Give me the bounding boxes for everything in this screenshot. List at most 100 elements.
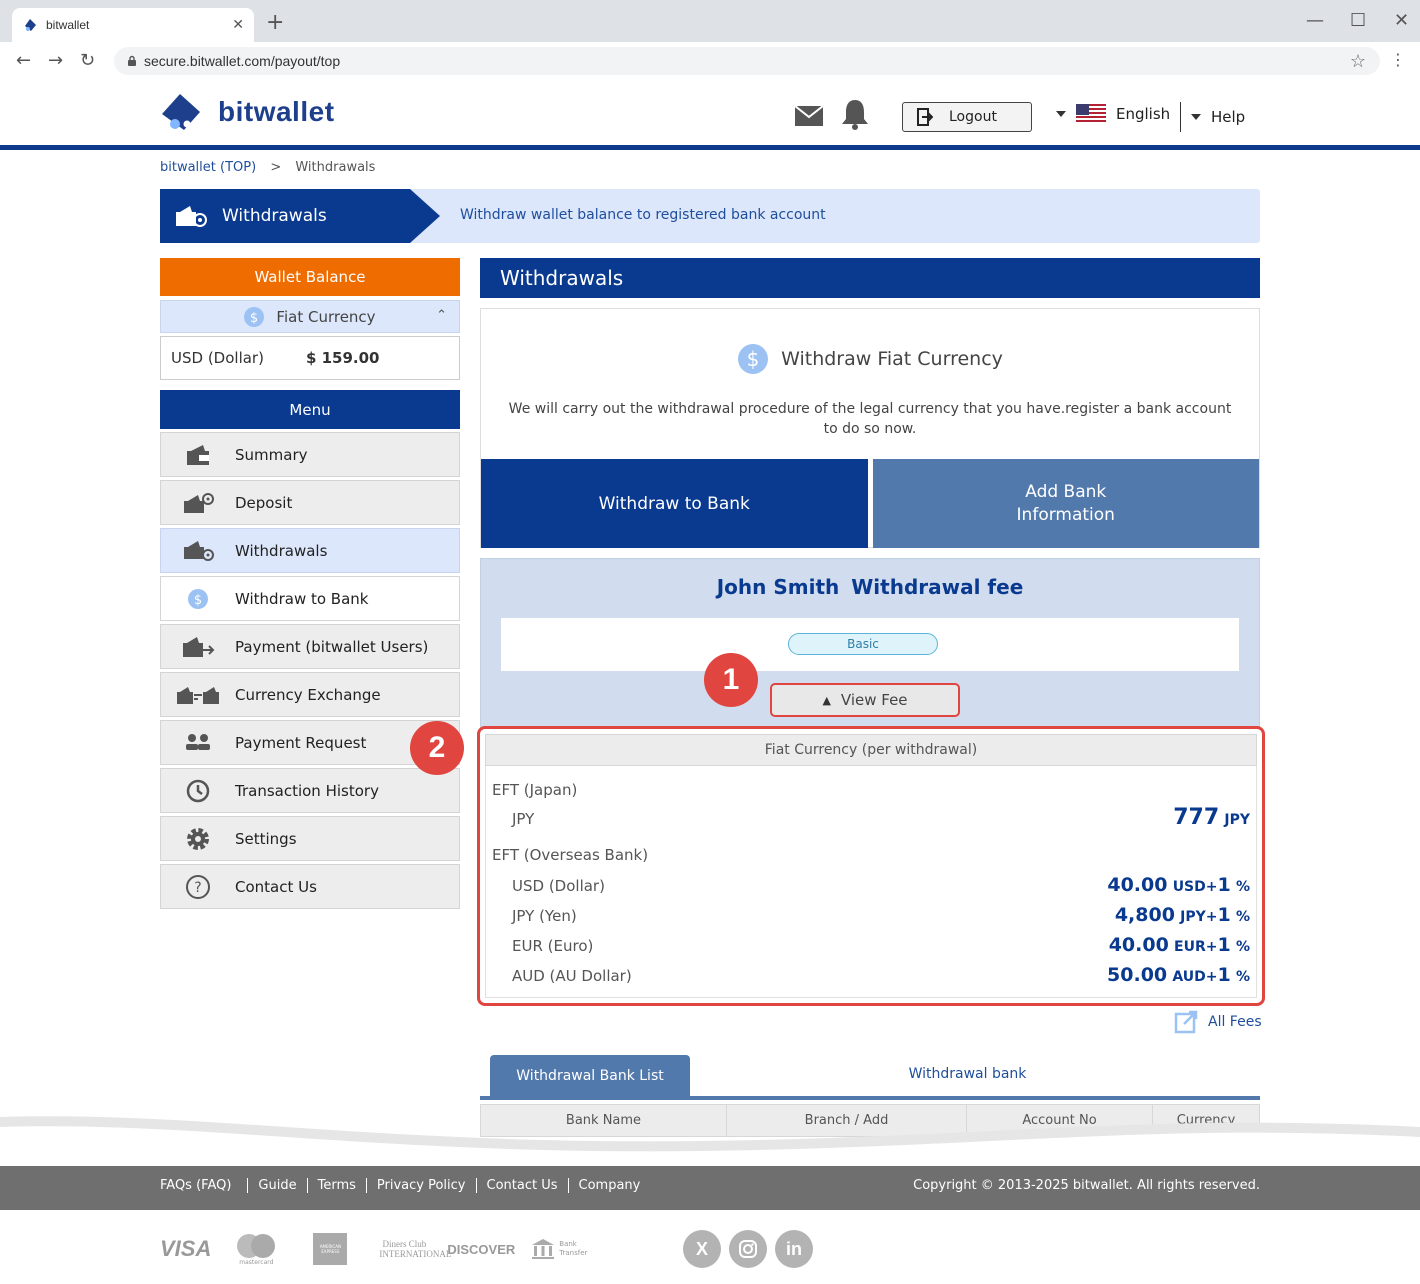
bitwallet-logo[interactable]: bitwallet [160, 92, 335, 132]
sidebar-item-label: Settings [235, 829, 297, 848]
footer-link-contact[interactable]: Contact Us [475, 1178, 568, 1193]
add-bank-label-2: Information [1016, 504, 1115, 525]
fee-row-value: 40.00 USD+1 % [1107, 874, 1250, 896]
footer-link-terms[interactable]: Terms [306, 1178, 366, 1193]
sidebar-item-transaction-history[interactable]: Transaction History [160, 768, 460, 813]
logout-icon [917, 108, 933, 126]
tab-withdrawal-bank-list[interactable]: Withdrawal Bank List [490, 1055, 690, 1096]
deposit-icon [161, 491, 235, 515]
fee-row-value: 777 JPY [1173, 805, 1250, 830]
sidebar-item-contact-us[interactable]: ? Contact Us [160, 864, 460, 909]
sidebar-item-label: Payment Request [235, 733, 367, 752]
close-tab-icon[interactable]: ✕ [232, 17, 244, 33]
instagram-social-icon[interactable] [729, 1230, 767, 1268]
all-fees-link[interactable]: All Fees [1174, 1010, 1262, 1034]
breadcrumb-home[interactable]: bitwallet (TOP) [160, 160, 256, 175]
bookmark-star-icon[interactable]: ☆ [1350, 51, 1366, 72]
callout-badge-1: 1 [704, 653, 758, 707]
fee-row-jpy: JPY 777 JPY [492, 805, 1250, 830]
fee-row-aud: AUD (AU Dollar) 50.00 AUD+1 % [492, 964, 1250, 986]
dollar-icon: $ [244, 306, 265, 327]
sidebar-item-label: Transaction History [235, 781, 379, 800]
add-bank-button[interactable]: Add Bank Information [872, 459, 1259, 548]
question-icon: ? [161, 874, 235, 900]
sidebar-item-label: Currency Exchange [235, 685, 381, 704]
logout-button[interactable]: Logout [902, 102, 1032, 132]
menu-header: Menu [160, 390, 460, 429]
external-link-icon [1174, 1010, 1198, 1034]
language-selector[interactable]: English [1056, 104, 1170, 124]
mastercard-logo: mastercard [235, 1233, 277, 1266]
withdrawal-fee-panel: John Smith Withdrawal fee Basic ▲ View Fe… [480, 558, 1260, 728]
footer-link-guide[interactable]: Guide [247, 1178, 306, 1193]
fee-row-label: USD (Dollar) [512, 877, 605, 895]
fee-row-label: EUR (Euro) [512, 937, 594, 955]
help-link[interactable]: Help [1180, 102, 1245, 132]
sidebar-item-currency-exchange[interactable]: Currency Exchange [160, 672, 460, 717]
payment-logos: VISA mastercard AMERICAN EXPRESS Diners … [160, 1226, 1060, 1272]
fee-row-jpy-yen: JPY (Yen) 4,800 JPY+1 % [492, 904, 1250, 926]
withdrawal-icon [176, 206, 207, 227]
sidebar-item-summary[interactable]: Summary [160, 432, 460, 477]
page-banner: Withdrawals Withdraw wallet balance to r… [160, 189, 1260, 243]
browser-tab[interactable]: bitwallet ✕ [12, 8, 254, 42]
us-flag-icon [1076, 104, 1106, 124]
dollar-icon: $ [161, 588, 235, 610]
banner-title: Withdrawals [222, 206, 327, 226]
payment-icon [161, 635, 235, 659]
fee-row-label: AUD (AU Dollar) [512, 967, 632, 985]
footer: FAQs (FAQ) Guide Terms Privacy Policy Co… [0, 1166, 1420, 1210]
view-fee-button[interactable]: ▲ View Fee [770, 683, 960, 717]
main-content: Withdrawals $ Withdraw Fiat Currency We … [480, 258, 1260, 728]
exchange-icon [161, 683, 235, 707]
fee-table: Fiat Currency (per withdrawal) EFT (Japa… [477, 726, 1265, 1006]
fee-row-label: JPY [512, 810, 535, 828]
linkedin-social-icon[interactable]: in [775, 1230, 813, 1268]
footer-link-company[interactable]: Company [567, 1178, 651, 1193]
fiat-currency-toggle[interactable]: $ Fiat Currency ⌃ [160, 300, 460, 333]
rank-badge: Basic [788, 633, 938, 655]
sidebar-item-deposit[interactable]: Deposit [160, 480, 460, 525]
bitwallet-favicon-icon [25, 19, 36, 31]
banner-description: Withdraw wallet balance to registered ba… [460, 207, 826, 223]
footer-link-faq[interactable]: FAQs (FAQ) [160, 1178, 247, 1193]
history-icon [161, 778, 235, 804]
bank-tabs: Withdrawal Bank List Withdrawal bank [480, 1055, 1260, 1100]
sidebar-item-settings[interactable]: Settings [160, 816, 460, 861]
sidebar-item-label: Payment (bitwallet Users) [235, 637, 429, 656]
tab-withdrawal-bank[interactable]: Withdrawal bank [880, 1055, 1055, 1093]
back-icon[interactable]: ← [16, 50, 31, 71]
balance-currency: USD (Dollar) [171, 349, 264, 367]
browser-menu-icon[interactable]: ⋮ [1390, 50, 1406, 69]
withdraw-fiat-card: $ Withdraw Fiat Currency We will carry o… [480, 308, 1260, 548]
logo-text: bitwallet [218, 96, 335, 127]
window-close-icon[interactable]: ✕ [1394, 10, 1409, 31]
visa-logo: VISA [160, 1236, 212, 1261]
mastercard-circles-icon [237, 1233, 276, 1258]
amex-logo: AMERICAN EXPRESS [313, 1233, 348, 1265]
sidebar-item-withdrawals[interactable]: Withdrawals [160, 528, 460, 573]
withdraw-to-bank-button[interactable]: Withdraw to Bank [481, 459, 868, 548]
forward-icon[interactable]: → [48, 50, 63, 71]
sidebar-item-payment[interactable]: Payment (bitwallet Users) [160, 624, 460, 669]
card-actions: Withdraw to Bank Add Bank Information [481, 459, 1259, 548]
wallet-balance-header: Wallet Balance [160, 258, 460, 296]
address-bar[interactable]: secure.bitwallet.com/payout/top ☆ [114, 47, 1380, 75]
x-social-icon[interactable]: X [683, 1230, 721, 1268]
site-header: bitwallet Logout English Help [0, 80, 1420, 150]
fee-title-text: Withdrawal fee [851, 575, 1024, 599]
fee-row-eur: EUR (Euro) 40.00 EUR+1 % [492, 934, 1250, 956]
maximize-icon[interactable]: ☐ [1350, 10, 1366, 31]
footer-link-privacy[interactable]: Privacy Policy [365, 1178, 476, 1193]
new-tab-icon[interactable]: + [266, 10, 284, 35]
bank-transfer-logo: Bank Transfer [531, 1238, 593, 1260]
reload-icon[interactable]: ↻ [80, 50, 95, 71]
fee-row-usd: USD (Dollar) 40.00 USD+1 % [492, 874, 1250, 896]
mail-icon[interactable] [795, 106, 823, 126]
sidebar-item-withdraw-to-bank[interactable]: $ Withdraw to Bank [160, 576, 460, 621]
browser-toolbar: ← → ↻ secure.bitwallet.com/payout/top ☆ … [0, 42, 1420, 80]
breadcrumb-current: Withdrawals [295, 160, 376, 175]
bell-icon[interactable] [840, 98, 870, 130]
minimize-icon[interactable]: — [1306, 10, 1324, 31]
fee-group-eft-overseas: EFT (Overseas Bank) [492, 846, 1250, 864]
